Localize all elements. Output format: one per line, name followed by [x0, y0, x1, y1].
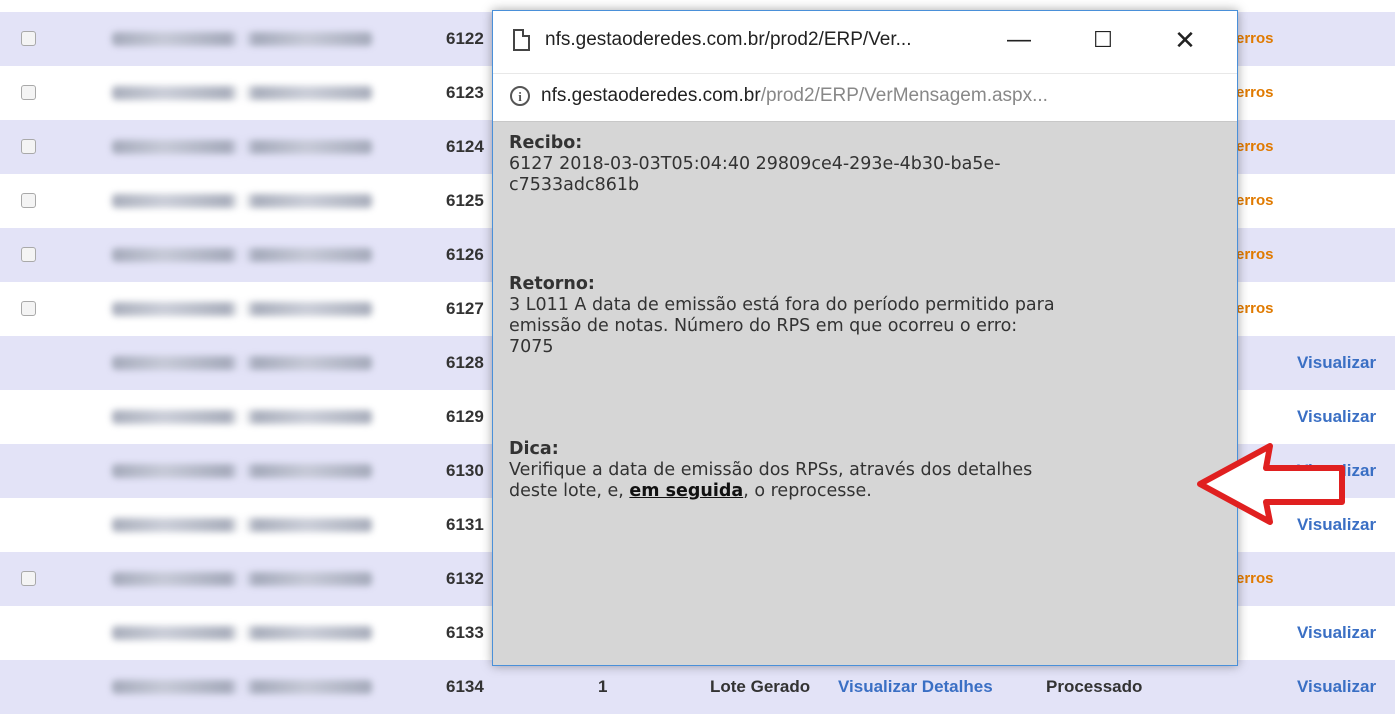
url-path: /prod2/ERP/VerMensagem.aspx...: [760, 85, 1048, 106]
window-title: nfs.gestaoderedes.com.br/prod2/ERP/Ver..…: [545, 29, 912, 50]
address-bar[interactable]: i nfs.gestaoderedes.com.br/prod2/ERP/Ver…: [493, 73, 1237, 122]
erros-link[interactable]: erros: [1236, 300, 1274, 317]
row-checkbox[interactable]: [21, 139, 36, 154]
blurred-date-range: [112, 464, 372, 478]
lote-number: 6134: [446, 677, 484, 696]
dica-line-1: Verifique a data de emissão dos RPSs, at…: [509, 460, 1033, 480]
row-state: Lote Gerado: [710, 677, 811, 696]
row-result: Processado: [1046, 677, 1143, 696]
retorno-line-3: 7075: [509, 337, 554, 357]
retorno-line-1: 3 L011 A data de emissão está fora do pe…: [509, 295, 1055, 315]
popup-window: nfs.gestaoderedes.com.br/prod2/ERP/Ver..…: [492, 10, 1238, 666]
dica-line-2: deste lote, e, em seguida, o reprocesse.: [509, 481, 1209, 502]
visualizar-link[interactable]: Visualizar: [1297, 407, 1376, 427]
row-checkbox[interactable]: [21, 193, 36, 208]
recibo-section: Recibo: 6127 2018-03-03T05:04:40 29809ce…: [509, 133, 1209, 196]
row-count: 1: [598, 677, 608, 696]
blurred-date-range: [112, 86, 372, 100]
dica-heading: Dica:: [509, 439, 559, 459]
lote-number: 6130: [446, 461, 484, 480]
page-icon: [513, 29, 530, 51]
erros-link[interactable]: erros: [1236, 192, 1274, 209]
visualizar-link[interactable]: Visualizar: [1297, 353, 1376, 373]
blurred-date-range: [112, 140, 372, 154]
em-seguida-link[interactable]: em seguida: [629, 481, 743, 501]
minimize-button[interactable]: —: [999, 23, 1039, 57]
maximize-button[interactable]: ☐: [1083, 23, 1123, 57]
table-row: 6134 Visualizar 1 Lote Gerado Visualizar Det…: [0, 660, 1395, 714]
lote-number: 6122: [446, 29, 484, 48]
blurred-date-range: [112, 32, 372, 46]
lote-number: 6124: [446, 137, 484, 156]
erros-link[interactable]: erros: [1236, 246, 1274, 263]
retorno-heading: Retorno:: [509, 274, 595, 294]
blurred-date-range: [112, 302, 372, 316]
row-checkbox[interactable]: [21, 301, 36, 316]
blurred-date-range: [112, 680, 372, 694]
dica-section: Dica: Verifique a data de emissão dos RP…: [509, 439, 1209, 502]
lote-number: 6127: [446, 299, 484, 318]
blurred-date-range: [112, 518, 372, 532]
lote-number: 6132: [446, 569, 484, 588]
erros-link[interactable]: erros: [1236, 84, 1274, 101]
recibo-line-2: c7533adc861b: [509, 175, 640, 195]
url-host: nfs.gestaoderedes.com.br: [541, 85, 761, 106]
lote-number: 6126: [446, 245, 484, 264]
visualizar-detalhes-link[interactable]: Visualizar Detalhes: [838, 677, 993, 697]
url-text: nfs.gestaoderedes.com.br/prod2/ERP/VerMe…: [541, 85, 1048, 107]
lote-number: 6128: [446, 353, 484, 372]
erros-link[interactable]: erros: [1236, 138, 1274, 155]
blurred-date-range: [112, 410, 372, 424]
visualizar-link[interactable]: Visualizar: [1297, 677, 1376, 697]
retorno-section: Retorno: 3 L011 A data de emissão está f…: [509, 274, 1209, 358]
row-checkbox[interactable]: [21, 31, 36, 46]
row-checkbox[interactable]: [21, 247, 36, 262]
lote-number: 6125: [446, 191, 484, 210]
dica-line-2-pre: deste lote, e,: [509, 481, 630, 501]
visualizar-link[interactable]: Visualizar: [1297, 623, 1376, 643]
recibo-heading: Recibo:: [509, 133, 583, 153]
blurred-date-range: [112, 356, 372, 370]
dica-line-2-post: , o reprocesse.: [743, 481, 872, 501]
retorno-line-2: emissão de notas. Número do RPS em que o…: [509, 316, 1018, 336]
blurred-date-range: [112, 248, 372, 262]
erros-link[interactable]: erros: [1236, 570, 1274, 587]
blurred-date-range: [112, 626, 372, 640]
lote-number: 6133: [446, 623, 484, 642]
row-checkbox[interactable]: [21, 571, 36, 586]
close-button[interactable]: ✕: [1165, 23, 1205, 57]
row-checkbox[interactable]: [21, 85, 36, 100]
info-icon[interactable]: i: [510, 86, 530, 106]
popup-titlebar[interactable]: nfs.gestaoderedes.com.br/prod2/ERP/Ver..…: [493, 11, 1237, 73]
erros-link[interactable]: erros: [1236, 30, 1274, 47]
lote-number: 6123: [446, 83, 484, 102]
recibo-line-1: 6127 2018-03-03T05:04:40 29809ce4-293e-4…: [509, 154, 1001, 174]
lote-number: 6131: [446, 515, 484, 534]
red-arrow-annotation: [1197, 443, 1345, 525]
blurred-date-range: [112, 194, 372, 208]
lote-number: 6129: [446, 407, 484, 426]
blurred-date-range: [112, 572, 372, 586]
